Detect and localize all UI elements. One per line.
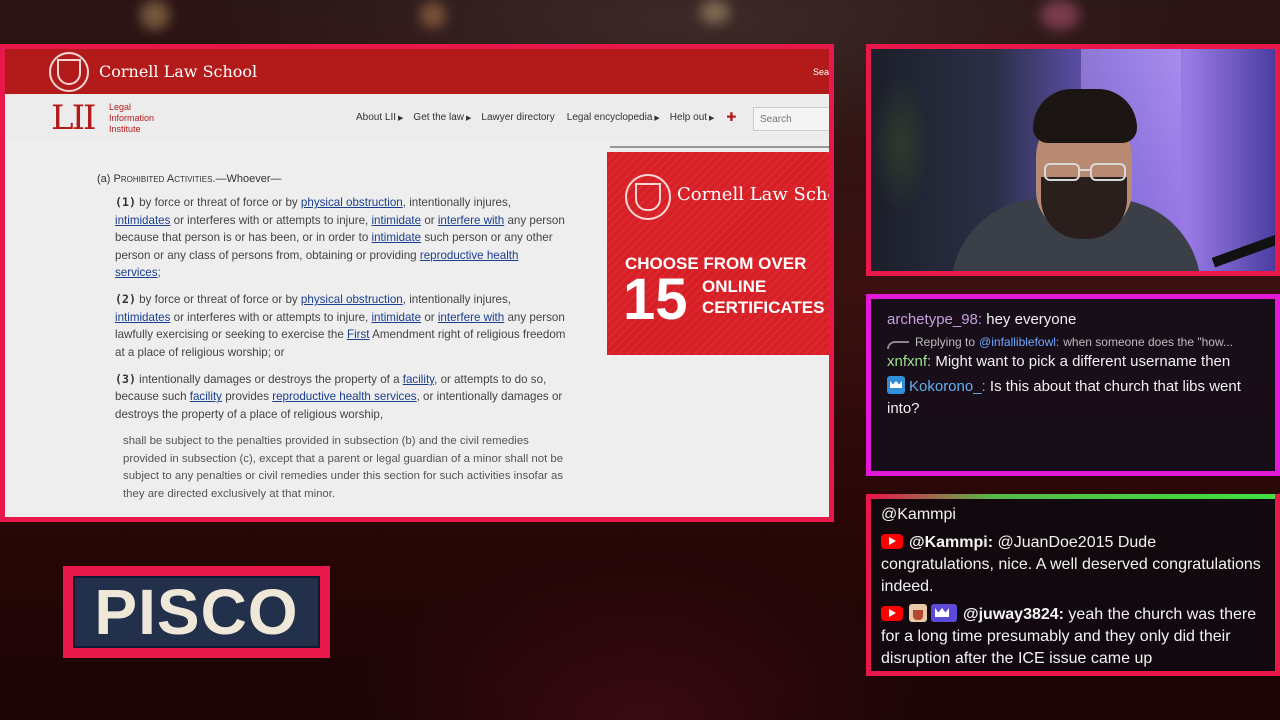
clause-2: (2) by force or threat of force or by ph…	[115, 292, 566, 359]
chat-message: @Kammpi	[881, 506, 956, 523]
ad-divider	[610, 146, 829, 148]
youtube-icon	[881, 534, 903, 549]
lii-logo[interactable]: LII	[51, 101, 96, 135]
link-facility[interactable]: facility	[403, 373, 434, 386]
link-intimidate[interactable]: intimidate	[372, 231, 422, 244]
lii-search-input[interactable]	[753, 107, 829, 131]
link-intimidates[interactable]: intimidates	[115, 214, 170, 227]
clause-3: (3) intentionally damages or destroys th…	[115, 372, 563, 421]
ad-number: 15	[623, 267, 688, 332]
nav-about-lii[interactable]: About LII ▶	[356, 112, 403, 123]
member-crown-icon	[931, 604, 957, 622]
plant	[871, 54, 931, 234]
link-physical-obstruction[interactable]: physical obstruction	[301, 293, 403, 306]
ad-banner[interactable]: Cornell Law School CHOOSE FROM OVER 15 O…	[607, 152, 829, 355]
clause-1: (1) by force or threat of force or by ph…	[115, 195, 565, 280]
streamer-name: PISCO	[94, 576, 299, 648]
streamer-nameplate: PISCO	[63, 566, 330, 658]
reply-mention[interactable]: @infalliblefowl:	[979, 335, 1059, 349]
nav-help-out[interactable]: Help out ▶	[670, 112, 715, 123]
ad-subline: ONLINE CERTIFICATES	[702, 277, 825, 317]
chat-username[interactable]: @Kammpi:	[909, 534, 993, 551]
link-intimidate[interactable]: intimidate	[371, 311, 421, 324]
link-interfere-with[interactable]: interfere with	[438, 311, 504, 324]
bg-light	[1040, 0, 1080, 30]
microphone-arm	[1211, 230, 1275, 268]
gift-icon[interactable]: ✚	[726, 111, 736, 123]
reply-indicator: Replying to @infalliblefowl: when someon…	[887, 335, 1259, 349]
webcam-feed	[866, 44, 1280, 276]
bg-light	[700, 0, 730, 24]
cornell-search-link[interactable]: Sea	[813, 67, 829, 77]
browser-window: Cornell Law School Sea LII Legal Informa…	[0, 44, 834, 522]
youtube-chat: @Kammpi @Kammpi: @JuanDoe2015 Dude congr…	[866, 494, 1280, 676]
link-first[interactable]: First	[347, 328, 370, 341]
streamer-hair	[1033, 89, 1137, 143]
lii-header: LII Legal Information Institute About LI…	[5, 94, 829, 140]
chat-message: Kokorono_: Is this about that church tha…	[887, 376, 1241, 417]
link-facility[interactable]: facility	[190, 390, 222, 403]
cornell-seal-icon	[49, 51, 89, 92]
chat-username[interactable]: archetype_98:	[887, 311, 982, 328]
chat-username[interactable]: xnfxnf:	[887, 353, 931, 370]
live-chat: archetype_98: hey everyone Replying to @…	[866, 294, 1280, 476]
reply-curve-icon	[887, 341, 909, 349]
statute-text: (a) Prohibited Activities.—Whoever— (1) …	[97, 171, 567, 503]
nav-legal-encyclopedia[interactable]: Legal encyclopedia ▶	[567, 112, 660, 123]
youtube-icon	[881, 606, 903, 621]
chat-username[interactable]: @juway3824:	[963, 606, 1064, 623]
vip-crown-icon	[887, 376, 905, 394]
ad-title: Cornell Law School	[677, 184, 829, 205]
chat-message: @Kammpi: @JuanDoe2015 Dude congratulatio…	[881, 534, 1261, 595]
penalty-paragraph: shall be subject to the penalties provid…	[123, 435, 564, 500]
chat-username[interactable]: Kokorono_:	[909, 378, 986, 395]
lii-logo-text: Legal Information Institute	[109, 102, 155, 134]
bg-light	[420, 2, 446, 28]
link-physical-obstruction[interactable]: physical obstruction	[301, 196, 403, 209]
cornell-title[interactable]: Cornell Law School	[99, 62, 257, 81]
ad-seal-icon	[625, 174, 671, 220]
chat-message: @juway3824: yeah the church was there fo…	[881, 604, 1257, 667]
chat-accent-bar	[871, 494, 1275, 499]
nav-get-the-law[interactable]: Get the law ▶	[413, 112, 471, 123]
nav-lawyer-directory[interactable]: Lawyer directory	[481, 112, 556, 123]
section-heading: (a) Prohibited Activities.—Whoever—	[97, 173, 282, 185]
cornell-header: Cornell Law School Sea	[5, 49, 829, 94]
chat-message: archetype_98: hey everyone	[887, 311, 1077, 328]
link-intimidate[interactable]: intimidate	[371, 214, 421, 227]
lii-nav: About LII ▶ Get the law ▶ Lawyer directory…	[356, 111, 736, 123]
link-reproductive-health-services[interactable]: reproductive health services	[272, 390, 416, 403]
cup-badge-icon	[909, 604, 927, 622]
chat-message: xnfxnf: Might want to pick a different u…	[887, 353, 1231, 370]
glasses-icon	[1044, 163, 1126, 181]
bg-light	[140, 0, 170, 30]
link-interfere-with[interactable]: interfere with	[438, 214, 504, 227]
link-intimidates[interactable]: intimidates	[115, 311, 170, 324]
